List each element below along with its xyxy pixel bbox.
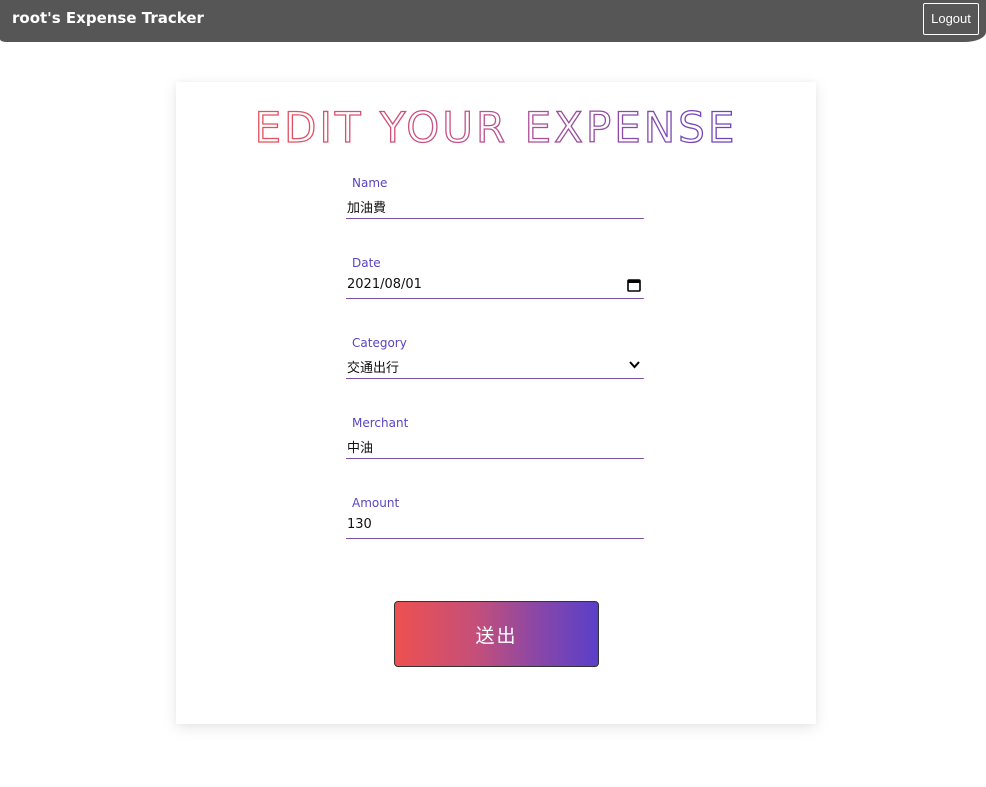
amount-label: Amount [352,496,400,510]
merchant-input[interactable]: 中油 [347,437,643,456]
calendar-icon[interactable] [627,278,641,292]
date-label: Date [352,256,381,270]
app-title: root's Expense Tracker [12,9,204,27]
amount-underline [346,538,644,539]
merchant-underline [346,458,644,459]
category-underline [346,378,644,379]
page-heading-text: EDIT YOUR EXPENSE [255,103,738,152]
amount-input[interactable]: 130 [347,517,643,535]
name-label: Name [352,176,388,190]
category-label: Category [352,336,407,350]
name-underline [346,218,644,219]
chevron-down-icon[interactable] [629,360,640,369]
edit-expense-card: EDIT YOUR EXPENSE Name 加油費 Date 2021/08/… [176,82,816,724]
date-input[interactable]: 2021/08/01 [347,277,643,295]
logout-button[interactable]: Logout [923,3,979,35]
top-navbar: root's Expense Tracker Logout [0,0,986,42]
merchant-label: Merchant [352,416,409,430]
date-underline [346,298,644,299]
category-select[interactable]: 交通出行 [347,357,643,376]
name-input[interactable]: 加油費 [347,197,643,216]
page-heading: EDIT YOUR EXPENSE [176,102,816,152]
submit-button[interactable]: 送出 [394,601,599,667]
